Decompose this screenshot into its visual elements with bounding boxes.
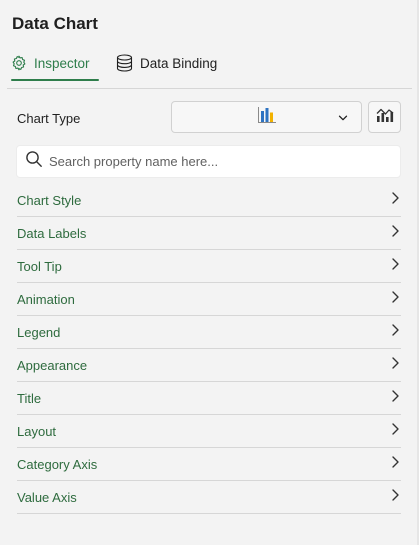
property-label: Chart Style [17,193,82,208]
property-label: Data Labels [17,226,87,241]
tabs-divider [7,88,412,89]
property-value-axis[interactable]: Value Axis [17,481,401,514]
property-search [16,145,401,178]
bar-chart-icon [257,106,277,129]
property-category-axis[interactable]: Category Axis [17,448,401,481]
chevron-right-icon [390,422,400,441]
property-data-labels[interactable]: Data Labels [17,217,401,250]
chevron-right-icon [390,488,400,507]
property-animation[interactable]: Animation [17,283,401,316]
property-label: Tool Tip [17,259,62,274]
property-label: Category Axis [17,457,98,472]
chevron-right-icon [390,224,400,243]
tab-inspector[interactable]: Inspector [11,45,99,81]
chart-type-label: Chart Type [17,111,81,126]
database-icon [116,54,133,72]
property-layout[interactable]: Layout [17,415,401,448]
chevron-right-icon [390,356,400,375]
chevron-right-icon [390,257,400,276]
property-tool-tip[interactable]: Tool Tip [17,250,401,283]
property-label: Legend [17,325,61,340]
property-label: Layout [17,424,57,439]
chevron-right-icon [390,323,400,342]
property-label: Title [17,391,42,406]
search-icon [25,150,43,173]
gear-icon [11,55,27,71]
chevron-right-icon [390,389,400,408]
panel-title: Data Chart [12,14,98,33]
property-title[interactable]: Title [17,382,401,415]
property-label: Animation [17,292,75,307]
property-legend[interactable]: Legend [17,316,401,349]
tab-data-binding[interactable]: Data Binding [116,45,226,81]
property-appearance[interactable]: Appearance [17,349,401,382]
tab-data-binding-label: Data Binding [140,55,218,71]
chevron-down-icon [337,111,349,129]
chevron-right-icon [390,455,400,474]
chart-type-dropdown[interactable] [171,101,362,133]
chevron-right-icon [390,290,400,309]
property-label: Appearance [17,358,88,373]
combo-chart-button[interactable] [368,101,401,133]
tab-inspector-label: Inspector [34,55,90,71]
chevron-right-icon [390,191,400,210]
property-list: Chart Style Data Labels Tool Tip Animati… [17,184,401,514]
combo-chart-icon [375,106,395,129]
property-label: Value Axis [17,490,77,505]
property-chart-style[interactable]: Chart Style [17,184,401,217]
search-input[interactable] [49,154,389,169]
